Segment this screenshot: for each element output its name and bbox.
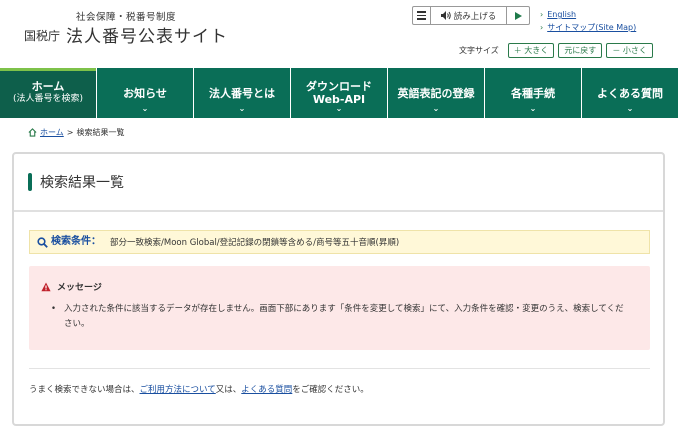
font-size-controls: 文字サイズ ＋ 大きく 元に戻す － 小さく <box>459 43 653 58</box>
nav-sublabel: (法人番号を検索) <box>12 94 84 104</box>
help-prefix: うまく検索できない場合は、 <box>29 385 140 395</box>
nav-item-home[interactable]: ホーム (法人番号を検索) <box>0 68 97 118</box>
breadcrumb-separator: > <box>66 128 74 137</box>
search-icon <box>37 236 48 248</box>
chevron-down-icon: ⌄ <box>141 104 149 113</box>
agency-name: 国税庁 <box>24 29 61 43</box>
tts-read-button[interactable]: 読み上げる <box>431 7 507 24</box>
site-logo[interactable]: 法人番号公表サイト <box>66 22 228 47</box>
english-link[interactable]: English <box>547 10 576 19</box>
text-to-speech-widget: 読み上げる <box>412 6 530 25</box>
search-conditions: 検索条件： 部分一致検索/Moon Global/登記記録の閉鎖等含める/商号等… <box>29 230 650 254</box>
warning-icon <box>41 282 51 291</box>
nav-item-news[interactable]: お知らせ ⌄ <box>97 68 194 118</box>
nav-label: 英語表記の登録 <box>397 86 475 100</box>
chevron-down-icon: ⌄ <box>529 104 537 113</box>
font-reset-button[interactable]: 元に戻す <box>558 43 603 58</box>
nav-label: 各種手続 <box>511 86 555 100</box>
condition-label-wrap: 検索条件： <box>30 236 110 248</box>
bullet-icon: • <box>51 304 57 314</box>
tts-menu-button[interactable] <box>413 7 431 24</box>
nav-label: ホーム <box>31 80 65 93</box>
menu-icon-line <box>417 18 426 20</box>
help-text: うまく検索できない場合は、ご利用方法について又は、よくある質問をご確認ください。 <box>29 383 369 395</box>
nav-item-faq[interactable]: よくある質問 ⌄ <box>582 68 678 118</box>
menu-icon-line <box>417 14 426 17</box>
panel-header: 検索結果一覧 <box>14 154 663 212</box>
message-title: メッセージ <box>57 283 102 293</box>
tts-play-button[interactable] <box>507 7 529 24</box>
help-suffix: をご確認ください。 <box>292 385 369 395</box>
page-title: 検索結果一覧 <box>40 175 124 191</box>
speaker-icon <box>440 11 451 20</box>
font-smaller-button[interactable]: － 小さく <box>606 43 653 58</box>
message-item: • 入力された条件に該当するデータが存在しません。画面下部にあります「条件を変更… <box>51 302 631 332</box>
usage-guide-link[interactable]: ご利用方法について <box>140 385 216 395</box>
menu-icon-line <box>417 11 426 13</box>
play-icon <box>514 11 522 20</box>
message-text: 入力された条件に該当するデータが存在しません。画面下部にあります「条件を変更して… <box>64 304 624 329</box>
nav-item-english-registration[interactable]: 英語表記の登録 ⌄ <box>388 68 485 118</box>
chevron-right-icon: › <box>540 23 544 32</box>
site-subtitle: 社会保障・税番号制度 <box>76 12 177 23</box>
message-header: メッセージ <box>41 280 102 293</box>
chevron-down-icon: ⌄ <box>335 104 343 113</box>
font-larger-button[interactable]: ＋ 大きく <box>507 43 555 58</box>
chevron-down-icon: ⌄ <box>238 104 246 113</box>
font-size-label: 文字サイズ <box>459 46 499 55</box>
tts-read-label: 読み上げる <box>453 11 497 22</box>
chevron-down-icon: ⌄ <box>626 104 634 113</box>
condition-value: 部分一致検索/Moon Global/登記記録の閉鎖等含める/商号等五十音順(昇… <box>110 238 400 248</box>
search-results-panel: 検索結果一覧 検索条件： 部分一致検索/Moon Global/登記記録の閉鎖等… <box>12 152 665 426</box>
nav-label: お知らせ <box>123 86 167 100</box>
title-accent-bar <box>28 173 32 191</box>
nav-label: 法人番号とは <box>209 86 275 100</box>
message-box: メッセージ • 入力された条件に該当するデータが存在しません。画面下部にあります… <box>29 266 650 350</box>
faq-link[interactable]: よくある質問 <box>241 385 292 395</box>
top-links: › English › サイトマップ(Site Map) <box>540 8 636 34</box>
sitemap-link[interactable]: サイトマップ(Site Map) <box>547 23 636 32</box>
nav-item-procedures[interactable]: 各種手続 ⌄ <box>485 68 582 118</box>
nav-label: ダウンロード <box>306 80 372 93</box>
condition-label: 検索条件： <box>51 236 101 247</box>
breadcrumb-current: 検索結果一覧 <box>76 128 125 137</box>
chevron-down-icon: ⌄ <box>432 104 440 113</box>
nav-item-download[interactable]: ダウンロード Web-API ⌄ <box>291 68 388 118</box>
breadcrumb-home-link[interactable]: ホーム <box>40 127 64 138</box>
nav-item-about[interactable]: 法人番号とは ⌄ <box>194 68 291 118</box>
divider <box>29 368 650 369</box>
chevron-right-icon: › <box>540 10 544 19</box>
home-icon <box>28 128 37 137</box>
help-mid: 又は、 <box>215 385 242 395</box>
breadcrumb: ホーム > 検索結果一覧 <box>28 127 124 138</box>
nav-label: よくある質問 <box>597 86 663 100</box>
site-header: 社会保障・税番号制度 国税庁 法人番号公表サイト 読み上げる › English … <box>0 0 678 68</box>
global-nav: ホーム (法人番号を検索) お知らせ ⌄ 法人番号とは ⌄ ダウンロード Web… <box>0 68 678 118</box>
